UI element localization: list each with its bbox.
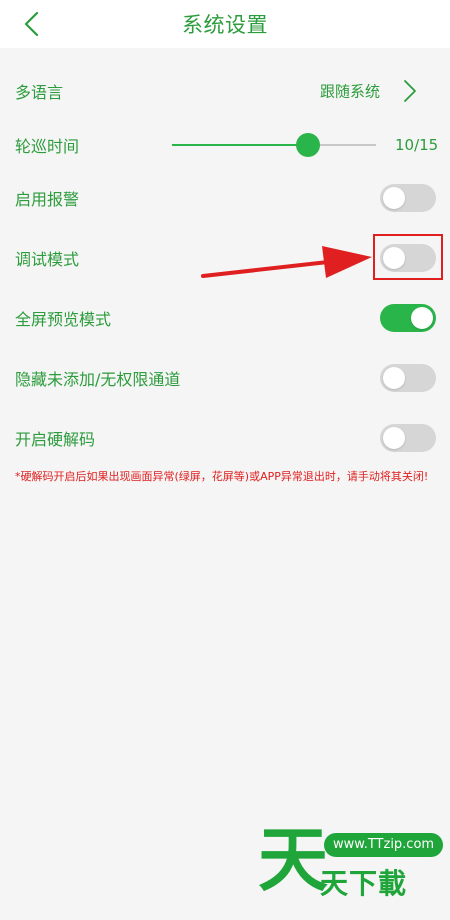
- fullscreen-preview-toggle[interactable]: [380, 304, 436, 332]
- patrol-time-label: 轮巡时间: [15, 137, 80, 156]
- slider-thumb[interactable]: [296, 133, 320, 157]
- toggle-knob: [383, 187, 405, 209]
- hardware-decode-toggle[interactable]: [380, 424, 436, 452]
- watermark-text: 天下載: [320, 867, 408, 900]
- fullscreen-preview-label: 全屏预览模式: [15, 310, 112, 329]
- app-header: 系统设置: [0, 0, 450, 48]
- patrol-time-slider[interactable]: [172, 133, 376, 157]
- toggle-knob: [411, 307, 433, 329]
- language-setting-row[interactable]: 多语言 跟随系统: [0, 61, 450, 121]
- watermark-logo: 天 www.TTzip.com 天下載: [252, 819, 444, 902]
- fullscreen-preview-row: 全屏预览模式: [0, 288, 450, 348]
- language-label: 多语言: [15, 83, 64, 102]
- annotation-highlight-box: [373, 234, 443, 280]
- hardware-decode-note: *硬解码开启后如果出现画面异常(绿屏，花屏等)或APP异常退出时，请手动将其关闭…: [15, 470, 429, 483]
- page-title: 系统设置: [182, 13, 268, 37]
- hide-channels-label: 隐藏未添加/无权限通道: [15, 370, 181, 389]
- watermark-big-char: 天: [258, 819, 328, 901]
- hide-channels-toggle[interactable]: [380, 364, 436, 392]
- debug-mode-label: 调试模式: [15, 250, 80, 269]
- watermark-url: www.TTzip.com: [324, 833, 444, 857]
- patrol-time-row: 轮巡时间 10/15: [0, 115, 450, 175]
- hardware-decode-label: 开启硬解码: [15, 430, 96, 449]
- hide-channels-row: 隐藏未添加/无权限通道: [0, 348, 450, 408]
- slider-fill: [172, 144, 308, 146]
- enable-alarm-label: 启用报警: [15, 190, 80, 209]
- enable-alarm-row: 启用报警: [0, 168, 450, 228]
- chevron-right-icon: [400, 77, 420, 105]
- enable-alarm-toggle[interactable]: [380, 184, 436, 212]
- language-value: 跟随系统: [319, 82, 380, 101]
- patrol-time-value: 10/15: [395, 136, 439, 154]
- toggle-knob: [383, 367, 405, 389]
- hardware-decode-row: 开启硬解码: [0, 408, 450, 468]
- toggle-knob: [383, 427, 405, 449]
